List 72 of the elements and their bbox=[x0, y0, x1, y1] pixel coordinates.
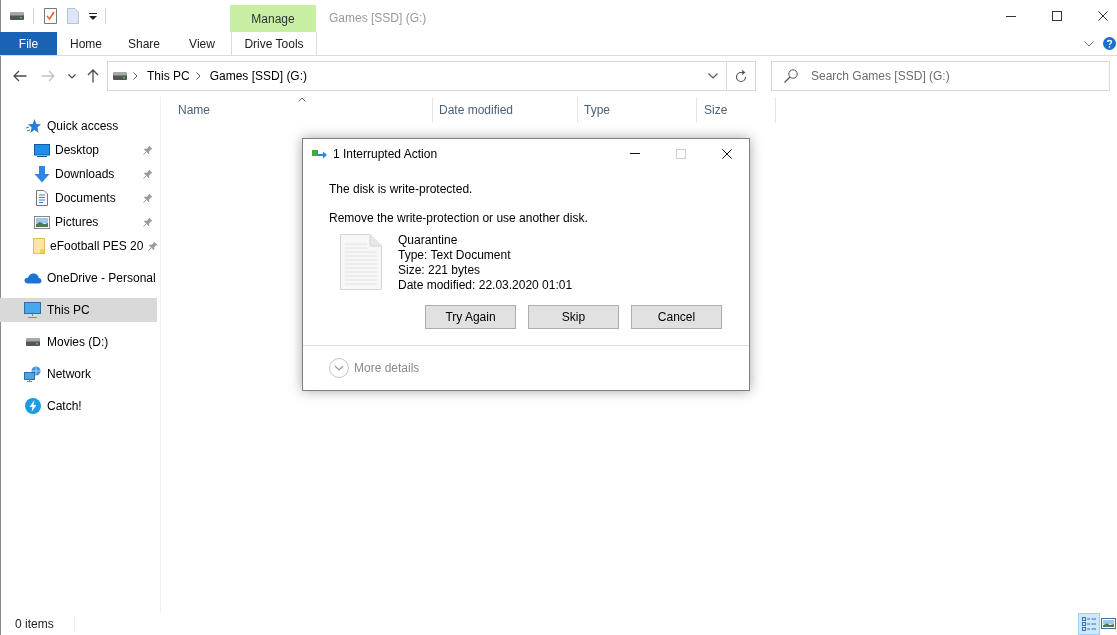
sidebar-item[interactable]: eFootball PES 20 bbox=[0, 234, 157, 258]
dialog-title: 1 Interrupted Action bbox=[333, 146, 438, 161]
error-message: The disk is write-protected. bbox=[329, 181, 473, 197]
instruction-text: Remove the write-protection or use another disk. bbox=[329, 210, 588, 226]
contextual-tab-group: Manage bbox=[230, 5, 316, 32]
details-list-icon bbox=[1082, 616, 1096, 631]
folder-icon bbox=[33, 238, 45, 254]
search-field[interactable]: Search Games [SSD] (G:) bbox=[771, 61, 1110, 91]
ribbon-tab[interactable]: File bbox=[0, 32, 57, 55]
breadcrumb[interactable]: This PC bbox=[147, 62, 190, 90]
chevron-down-icon[interactable] bbox=[707, 73, 718, 79]
chevron-right-icon[interactable] bbox=[133, 72, 138, 80]
dialog-button[interactable]: Cancel bbox=[631, 305, 722, 329]
monitor-icon bbox=[33, 143, 50, 157]
copy-arrow-icon bbox=[312, 148, 327, 159]
star-icon bbox=[24, 118, 41, 134]
sidebar-item[interactable]: Pictures bbox=[0, 210, 157, 234]
item-count: 0 items bbox=[15, 616, 54, 631]
file-detail: Date modified: 22.03.2020 01:01 bbox=[398, 278, 573, 293]
window-title: Games [SSD] (G:) bbox=[329, 11, 427, 25]
drive-icon[interactable] bbox=[10, 12, 24, 20]
drive-icon bbox=[25, 338, 40, 346]
ribbon-tab[interactable]: View bbox=[173, 32, 231, 55]
column-header[interactable]: Name bbox=[161, 97, 432, 123]
dropdown-icon[interactable] bbox=[89, 12, 97, 20]
sidebar-item[interactable]: Quick access bbox=[0, 114, 157, 138]
picture-icon bbox=[33, 215, 50, 229]
cloud-icon bbox=[23, 272, 42, 284]
checklist-icon[interactable] bbox=[44, 8, 57, 24]
details-view-button[interactable] bbox=[1078, 612, 1100, 635]
chevron-down-icon[interactable] bbox=[1084, 40, 1094, 47]
up-arrow-icon[interactable] bbox=[87, 69, 99, 83]
close-icon[interactable] bbox=[1098, 11, 1108, 21]
lightning-icon bbox=[24, 398, 41, 414]
ribbon-tab[interactable]: Drive Tools bbox=[231, 32, 317, 55]
address-bar[interactable]: This PC Games [SSD] (G:) bbox=[107, 61, 756, 91]
sidebar-item[interactable]: Movies (D:) bbox=[0, 330, 157, 354]
dialog-button[interactable]: Skip bbox=[528, 305, 619, 329]
down-arrow-icon bbox=[33, 165, 50, 183]
back-arrow-icon[interactable] bbox=[13, 70, 27, 82]
minimize-icon[interactable] bbox=[1006, 15, 1016, 17]
network-icon bbox=[24, 366, 41, 382]
sidebar-item[interactable]: Network bbox=[0, 362, 157, 386]
sidebar-item[interactable]: Downloads bbox=[0, 162, 157, 186]
chevron-right-icon[interactable] bbox=[195, 72, 201, 80]
maximize-icon[interactable] bbox=[1052, 11, 1062, 21]
column-header[interactable]: Date modified bbox=[432, 97, 577, 123]
text-file-icon bbox=[340, 234, 382, 290]
chevron-circle-icon bbox=[329, 358, 349, 378]
sidebar-item[interactable]: Desktop bbox=[0, 138, 157, 162]
drive-icon bbox=[113, 72, 127, 80]
refresh-icon[interactable] bbox=[735, 69, 747, 83]
sidebar-item[interactable]: OneDrive - Personal bbox=[0, 266, 157, 290]
breadcrumb[interactable]: Games [SSD] (G:) bbox=[209, 62, 308, 90]
sidebar-item[interactable]: Catch! bbox=[0, 394, 157, 418]
ribbon-tab[interactable]: Share bbox=[115, 32, 173, 55]
column-header[interactable]: Size bbox=[696, 97, 776, 123]
close-icon[interactable] bbox=[721, 148, 732, 159]
ribbon-tab[interactable]: Home bbox=[57, 32, 115, 55]
file-detail: Type: Text Document bbox=[398, 248, 511, 263]
column-header[interactable]: Type bbox=[577, 97, 696, 123]
dialog-button[interactable]: Try Again bbox=[425, 305, 516, 329]
file-name: Quarantine bbox=[398, 233, 458, 248]
search-icon bbox=[784, 69, 798, 83]
help-icon[interactable] bbox=[1103, 37, 1116, 50]
document-icon bbox=[35, 190, 48, 206]
sidebar-item[interactable]: Documents bbox=[0, 186, 157, 210]
file-detail: Size: 221 bytes bbox=[398, 263, 481, 278]
sidebar-item[interactable]: This PC bbox=[0, 298, 157, 322]
more-details-button[interactable]: More details bbox=[329, 358, 420, 378]
chevron-down-icon[interactable] bbox=[68, 73, 76, 79]
computer-icon bbox=[24, 302, 41, 318]
